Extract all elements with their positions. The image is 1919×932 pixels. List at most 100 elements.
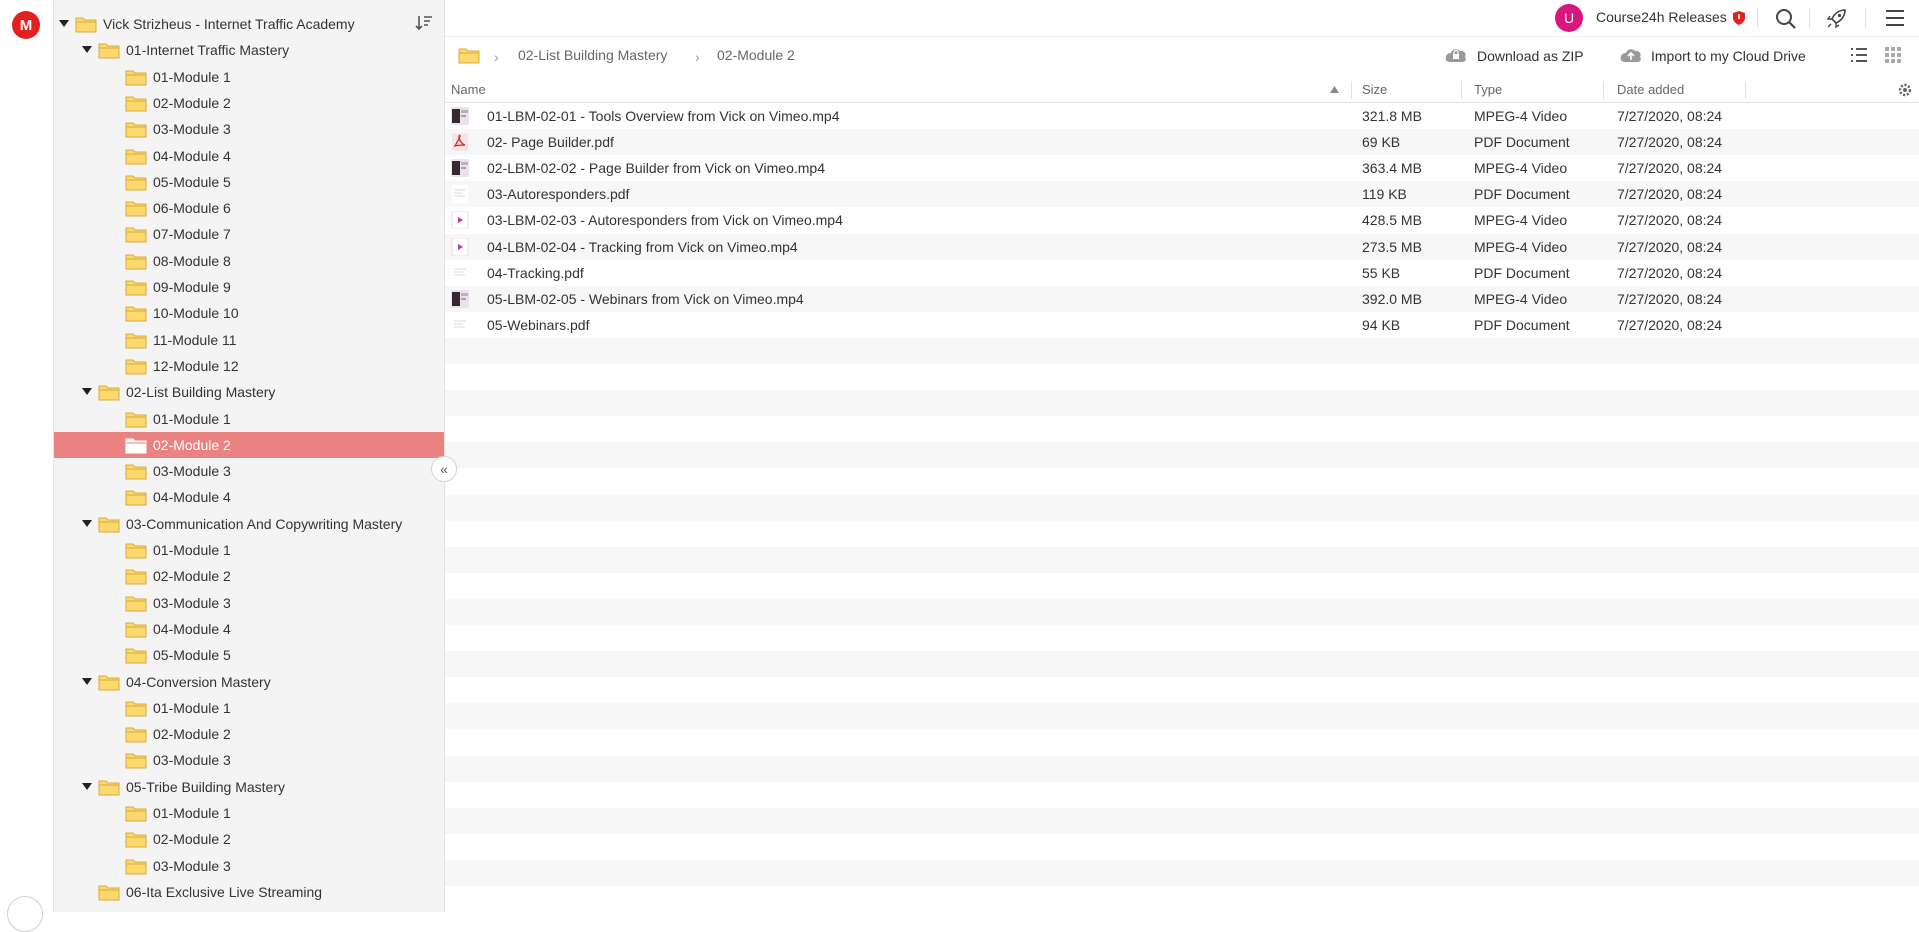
tree-item[interactable]: 04-Module 4 <box>54 143 444 169</box>
cloud-upload-icon[interactable] <box>1619 46 1643 64</box>
tree-item[interactable]: 01-Module 1 <box>54 64 444 90</box>
column-divider[interactable] <box>1461 81 1462 99</box>
expand-arrow-icon[interactable] <box>82 45 92 55</box>
folder-icon[interactable] <box>458 46 480 64</box>
column-divider[interactable] <box>1745 81 1746 99</box>
tree-item[interactable]: 05-Module 5 <box>54 642 444 668</box>
download-zip-button[interactable]: Download as ZIP <box>1477 48 1584 64</box>
table-row[interactable]: 03-LBM-02-03 - Autoresponders from Vick … <box>445 207 1919 233</box>
expand-arrow-icon[interactable] <box>82 387 92 397</box>
help-icon[interactable] <box>7 896 43 932</box>
play-icon <box>451 211 469 230</box>
tree-item-label: 02-Module 2 <box>153 726 231 743</box>
file-name: 04-Tracking.pdf <box>487 264 584 281</box>
tree-item[interactable]: 04-Conversion Mastery <box>54 669 444 695</box>
tree-item[interactable]: 01-Module 1 <box>54 537 444 563</box>
tree-item[interactable]: 01-Module 1 <box>54 800 444 826</box>
tree-item[interactable]: 11-Module 11 <box>54 327 444 353</box>
tree-item[interactable]: 01-Module 1 <box>54 695 444 721</box>
table-row[interactable]: 02- Page Builder.pdf 69 KB PDF Document 7/2… <box>445 129 1919 156</box>
search-icon[interactable] <box>1775 8 1797 30</box>
empty-row <box>445 573 1919 599</box>
column-type[interactable]: Type <box>1474 82 1502 97</box>
breadcrumb-item-current[interactable]: 02-Module 2 <box>717 47 795 63</box>
table-row[interactable]: 05-LBM-02-05 - Webinars from Vick on Vim… <box>445 285 1919 312</box>
tree-item[interactable]: 10-Module 10 <box>54 300 444 326</box>
tree-item[interactable]: 09-Module 9 <box>54 274 444 300</box>
tree-item[interactable]: 03-Module 3 <box>54 590 444 616</box>
table-row[interactable]: 03-Autoresponders.pdf 119 KB PDF Document 7… <box>445 181 1919 208</box>
table-row[interactable]: 04-Tracking.pdf 55 KB PDF Document 7/27/202… <box>445 260 1919 286</box>
tree-item[interactable]: 01-Module 1 <box>54 406 444 432</box>
table-row[interactable]: 05-Webinars.pdf 94 KB PDF Document 7/27/202… <box>445 312 1919 338</box>
file-date: 7/27/2020, 08:24 <box>1617 108 1723 124</box>
folder-icon <box>125 806 147 822</box>
column-date[interactable]: Date added <box>1617 82 1684 97</box>
tree-item-label: 01-Module 1 <box>153 699 231 716</box>
file-date: 7/27/2020, 08:24 <box>1617 160 1723 177</box>
tree-item[interactable]: 03-Module 3 <box>54 458 444 484</box>
tree-item[interactable]: 02-Module 2 <box>54 431 444 458</box>
menu-icon[interactable] <box>1885 9 1905 27</box>
collapse-panel-button[interactable]: « <box>431 456 457 482</box>
tree-item-label: 03-Module 3 <box>153 463 231 480</box>
expand-arrow-icon[interactable] <box>82 519 92 529</box>
document-thumb-icon <box>452 263 468 282</box>
empty-row <box>445 494 1919 521</box>
expand-arrow-icon[interactable] <box>82 677 92 687</box>
folder-tree: Vick Strizheus - Internet Traffic Academ… <box>54 0 445 912</box>
tree-item[interactable]: 04-Module 4 <box>54 484 444 510</box>
tree-item[interactable]: 02-Module 2 <box>54 721 444 747</box>
cloud-lock-icon[interactable] <box>1444 46 1468 64</box>
tree-item[interactable]: 04-Module 4 <box>54 616 444 642</box>
tree-item[interactable]: 06-Module 6 <box>54 195 444 221</box>
tree-item[interactable]: 12-Module 12 <box>54 353 444 379</box>
tree-item-label: 06-Module 6 <box>153 200 231 217</box>
tree-item[interactable]: 02-Module 2 <box>54 826 444 852</box>
file-size: 69 KB <box>1362 134 1401 151</box>
column-size[interactable]: Size <box>1362 82 1387 97</box>
sort-icon[interactable] <box>414 14 434 32</box>
file-name: 03-Autoresponders.pdf <box>487 186 630 203</box>
table-row[interactable]: 02-LBM-02-02 - Page Builder from Vick on… <box>445 155 1919 181</box>
rocket-icon[interactable] <box>1825 7 1849 31</box>
tree-root[interactable]: Vick Strizheus - Internet Traffic Academ… <box>54 11 444 37</box>
table-row[interactable]: 01-LBM-02-01 - Tools Overview from Vick … <box>445 103 1919 129</box>
folder-icon <box>125 490 147 506</box>
tree-item[interactable]: 03-Module 3 <box>54 747 444 773</box>
folder-icon <box>125 175 147 191</box>
tree-item[interactable]: 03-Communication And Copywriting Mastery <box>54 511 444 537</box>
mega-logo[interactable]: M <box>12 11 40 39</box>
tree-item[interactable]: 05-Module 5 <box>54 169 444 195</box>
list-view-icon[interactable] <box>1850 47 1868 63</box>
tree-item[interactable]: 06-Ita Exclusive Live Streaming <box>54 879 444 905</box>
breadcrumb-item-parent[interactable]: 02-List Building Mastery <box>518 47 667 63</box>
avatar[interactable]: U <box>1555 4 1583 32</box>
expand-arrow-icon[interactable] <box>82 782 92 792</box>
gear-icon[interactable] <box>1897 82 1913 98</box>
tree-item-label: 01-Module 1 <box>153 805 231 821</box>
grid-view-icon[interactable] <box>1885 47 1901 63</box>
tree-item[interactable]: 02-Module 2 <box>54 90 444 116</box>
tree-item[interactable]: 03-Module 3 <box>54 116 444 142</box>
tree-item[interactable]: 05-Tribe Building Mastery <box>54 774 444 800</box>
tree-item[interactable]: 02-Module 2 <box>54 563 444 589</box>
column-divider[interactable] <box>1351 81 1352 99</box>
tree-item[interactable]: 02-List Building Mastery <box>54 379 444 405</box>
account-name[interactable]: Course24h Releases <box>1596 9 1727 25</box>
sort-asc-icon[interactable] <box>1330 86 1339 93</box>
tree-item[interactable]: 07-Module 7 <box>54 221 444 247</box>
folder-icon <box>125 359 147 375</box>
folder-icon <box>125 201 147 217</box>
empty-row <box>445 677 1919 703</box>
file-size: 428.5 MB <box>1362 212 1422 229</box>
import-cloud-button[interactable]: Import to my Cloud Drive <box>1651 48 1806 64</box>
table-row[interactable]: 04-LBM-02-04 - Tracking from Vick on Vim… <box>445 233 1919 260</box>
column-name[interactable]: Name <box>451 82 486 97</box>
column-divider[interactable] <box>1603 81 1604 99</box>
expand-arrow-icon[interactable] <box>59 19 69 29</box>
tree-item[interactable]: 01-Internet Traffic Mastery <box>54 37 444 63</box>
tree-item[interactable]: 08-Module 8 <box>54 248 444 274</box>
file-type: PDF Document <box>1474 264 1570 281</box>
tree-item[interactable]: 03-Module 3 <box>54 853 444 879</box>
